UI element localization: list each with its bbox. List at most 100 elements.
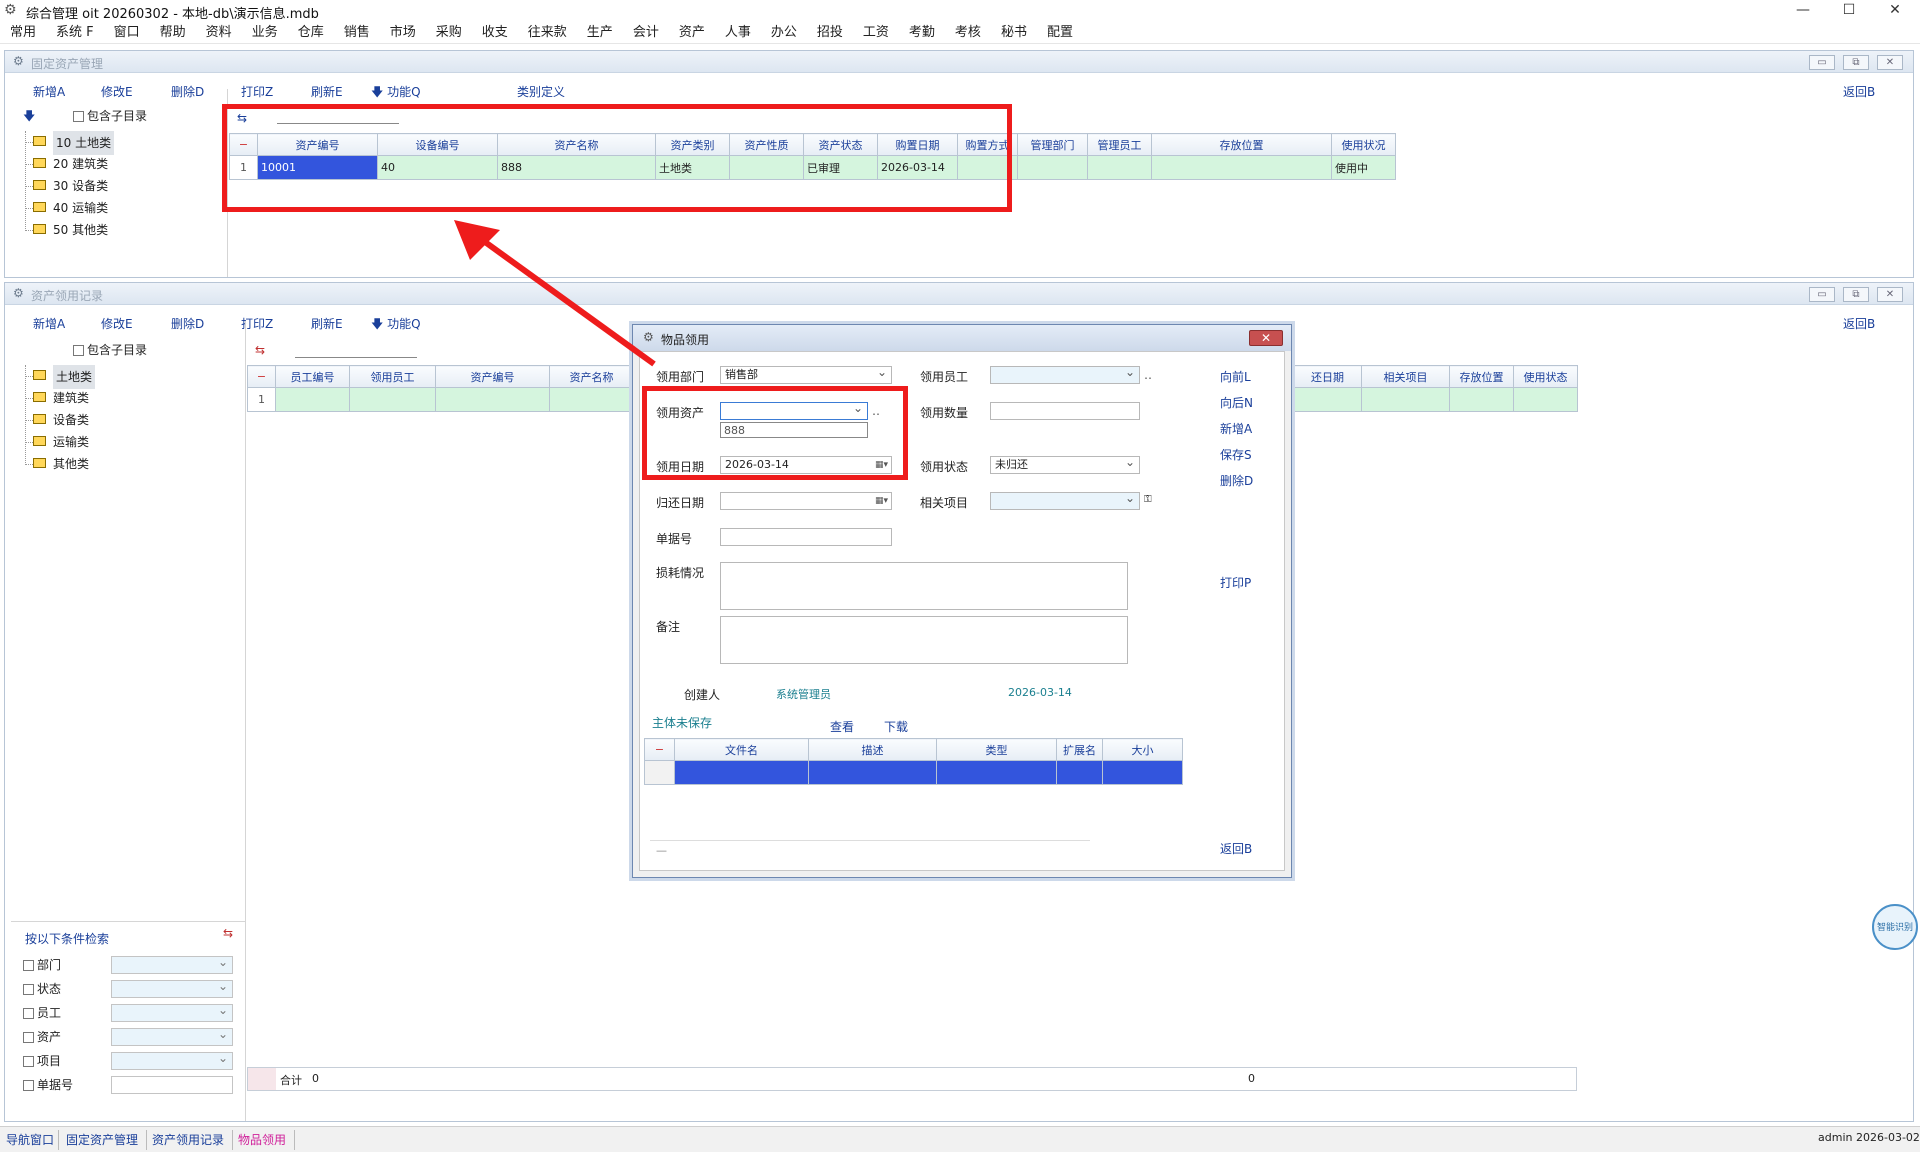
- table-row[interactable]: 1 10001 40 888 土地类 已审理 2026-03-14 使用中: [229, 155, 1396, 180]
- column-header[interactable]: 描述: [808, 738, 937, 761]
- remark-textarea[interactable]: [720, 616, 1128, 664]
- grid-cell[interactable]: [435, 387, 550, 412]
- grid-cell[interactable]: 土地类: [655, 155, 730, 180]
- column-header[interactable]: 设备编号: [377, 133, 498, 156]
- asset-filter-select[interactable]: [111, 1027, 233, 1046]
- checkbox-box[interactable]: [73, 345, 84, 356]
- checkbox-box[interactable]: [23, 960, 34, 971]
- grid-cell[interactable]: [674, 760, 809, 785]
- view-link[interactable]: 查看: [830, 718, 854, 735]
- column-header[interactable]: 资产编号: [257, 133, 378, 156]
- docno-filter-input[interactable]: [111, 1076, 233, 1094]
- column-header[interactable]: 使用状况: [1331, 133, 1396, 156]
- close-button[interactable]: ✕: [1872, 0, 1918, 22]
- status-tab-item-usage[interactable]: 物品领用: [238, 1131, 286, 1148]
- date-picker[interactable]: 2026-03-14: [720, 456, 892, 474]
- child-minimize-button[interactable]: ▭: [1809, 287, 1835, 302]
- grid-cell[interactable]: [1017, 155, 1088, 180]
- edit-button[interactable]: 修改E: [101, 83, 133, 100]
- tree-node[interactable]: 30 设备类: [23, 175, 223, 197]
- grid-cell[interactable]: [1513, 387, 1578, 412]
- grid-cell[interactable]: [1449, 387, 1514, 412]
- delete-button[interactable]: 删除D: [171, 315, 204, 332]
- dialog-back-button[interactable]: 返回B: [1220, 840, 1252, 857]
- column-header[interactable]: 扩展名: [1056, 738, 1103, 761]
- menu-item[interactable]: 秘书: [991, 22, 1037, 44]
- checkbox-box[interactable]: [23, 1008, 34, 1019]
- menu-item[interactable]: 会计: [623, 22, 669, 44]
- dialog-close-button[interactable]: ✕: [1249, 330, 1283, 346]
- refresh-button[interactable]: 刷新E: [311, 83, 343, 100]
- add-button[interactable]: 新增A: [33, 315, 65, 332]
- asset-select[interactable]: [720, 401, 868, 420]
- menu-item[interactable]: 办公: [761, 22, 807, 44]
- qty-input[interactable]: [990, 402, 1140, 420]
- minimize-button[interactable]: —: [1780, 0, 1826, 22]
- prev-button[interactable]: 向前L: [1220, 368, 1251, 385]
- employee-more-button[interactable]: ‥: [1144, 368, 1152, 382]
- child-restore-button[interactable]: ⧉: [1843, 55, 1869, 70]
- include-subdir-checkbox[interactable]: 包含子目录: [73, 341, 147, 358]
- menu-item[interactable]: 生产: [577, 22, 623, 44]
- grid-cell[interactable]: 40: [377, 155, 498, 180]
- search-toggle-icon[interactable]: ⇆: [223, 926, 233, 940]
- menu-item[interactable]: 资产: [669, 22, 715, 44]
- refresh-button[interactable]: 刷新E: [311, 315, 343, 332]
- grid-cell[interactable]: [936, 760, 1057, 785]
- column-header[interactable]: 还日期: [1293, 365, 1362, 388]
- grid-cell[interactable]: [349, 387, 436, 412]
- menu-item[interactable]: 常用: [0, 22, 46, 44]
- add-button[interactable]: 新增A: [33, 83, 65, 100]
- employee-filter-select[interactable]: [111, 1003, 233, 1022]
- back-button[interactable]: 返回B: [1843, 315, 1875, 332]
- grid-cell[interactable]: [1102, 760, 1183, 785]
- dept-select[interactable]: 销售部: [720, 365, 892, 384]
- column-header[interactable]: 大小: [1102, 738, 1183, 761]
- menu-item[interactable]: 收支: [472, 22, 518, 44]
- wear-textarea[interactable]: [720, 562, 1128, 610]
- tree-node[interactable]: 土地类: [23, 365, 223, 389]
- tree-node[interactable]: 40 运输类: [23, 197, 223, 219]
- edit-button[interactable]: 修改E: [101, 315, 133, 332]
- return-date-picker[interactable]: [720, 492, 892, 510]
- menu-item[interactable]: 采购: [426, 22, 472, 44]
- back-button[interactable]: 返回B: [1843, 83, 1875, 100]
- smart-assistant-badge[interactable]: 智能识别: [1872, 904, 1918, 950]
- print-button[interactable]: 打印Z: [241, 83, 273, 100]
- grid-toggle-icon[interactable]: ⇆: [237, 111, 247, 125]
- dialog-delete-button[interactable]: 删除D: [1220, 472, 1253, 489]
- grid-cell[interactable]: [1056, 760, 1103, 785]
- grid-toggle-icon[interactable]: ⇆: [255, 343, 265, 357]
- panel-splitter[interactable]: [227, 89, 228, 277]
- status-tab-navigation[interactable]: 导航窗口: [6, 1131, 54, 1148]
- grid-cell[interactable]: 888: [497, 155, 656, 180]
- tree-node[interactable]: 50 其他类: [23, 219, 223, 241]
- menu-item[interactable]: 业务: [242, 22, 288, 44]
- expand-down-icon[interactable]: 🡇: [23, 107, 35, 128]
- column-header[interactable]: 资产类别: [655, 133, 730, 156]
- panel-splitter[interactable]: [245, 321, 246, 1121]
- dialog-save-button[interactable]: 保存S: [1220, 446, 1252, 463]
- column-header[interactable]: 员工编号: [275, 365, 350, 388]
- checkbox-box[interactable]: [23, 984, 34, 995]
- docno-input[interactable]: [720, 528, 892, 546]
- child-restore-button[interactable]: ⧉: [1843, 287, 1869, 302]
- menu-item[interactable]: 帮助: [150, 22, 196, 44]
- status-select[interactable]: 未归还: [990, 455, 1140, 474]
- menu-item[interactable]: 市场: [380, 22, 426, 44]
- menu-item[interactable]: 窗口: [104, 22, 150, 44]
- menu-item[interactable]: 人事: [715, 22, 761, 44]
- tree-node[interactable]: 运输类: [23, 431, 223, 453]
- grid-cell[interactable]: [1293, 387, 1362, 412]
- include-subdir-checkbox[interactable]: 包含子目录: [73, 107, 147, 124]
- table-row[interactable]: [1293, 387, 1578, 412]
- menu-item[interactable]: 系统 F: [46, 22, 104, 44]
- column-header[interactable]: 资产性质: [729, 133, 804, 156]
- menu-item[interactable]: 资料: [196, 22, 242, 44]
- category-definition-button[interactable]: 类别定义: [517, 83, 565, 100]
- column-header[interactable]: 文件名: [674, 738, 809, 761]
- column-header[interactable]: 购置日期: [877, 133, 958, 156]
- next-button[interactable]: 向后N: [1220, 394, 1253, 411]
- column-header[interactable]: 管理员工: [1087, 133, 1152, 156]
- grid-cell[interactable]: 已审理: [803, 155, 878, 180]
